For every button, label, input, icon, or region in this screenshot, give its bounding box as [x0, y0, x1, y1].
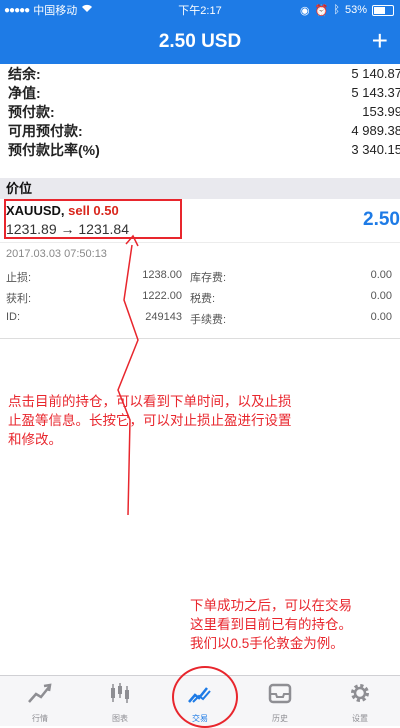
- tab-charts[interactable]: 图表: [80, 676, 160, 726]
- annotation-line: 这里看到目前已有的持仓。: [190, 617, 352, 632]
- tab-history[interactable]: 历史: [240, 676, 320, 726]
- gear-icon: [351, 684, 369, 702]
- annotation-line: 和修改。: [8, 432, 62, 447]
- annotation-line: 我们以0.5手伦敦金为例。: [190, 636, 344, 651]
- annotation-line: 下单成功之后，可以在交易: [190, 598, 352, 613]
- tab-label: 设置: [352, 714, 368, 723]
- annotation-highlight-circle: [172, 666, 238, 728]
- chart-icon: [28, 683, 52, 703]
- annotation-line: 止盈等信息。长按它，可以对止损止盈进行设置: [8, 413, 292, 428]
- tab-settings[interactable]: 设置: [320, 676, 400, 726]
- annotation-note-2: 下单成功之后，可以在交易 这里看到目前已有的持仓。 我们以0.5手伦敦金为例。: [190, 596, 352, 653]
- tab-quotes[interactable]: 行情: [0, 676, 80, 726]
- tab-label: 图表: [112, 714, 128, 723]
- tab-label: 历史: [272, 714, 288, 723]
- inbox-icon: [268, 683, 292, 704]
- annotation-line: 点击目前的持仓，可以看到下单时间，以及止损: [8, 394, 292, 409]
- candles-icon: [111, 683, 129, 703]
- annotation-note-1: 点击目前的持仓，可以看到下单时间，以及止损 止盈等信息。长按它，可以对止损止盈进…: [8, 392, 292, 449]
- tab-label: 行情: [32, 714, 48, 723]
